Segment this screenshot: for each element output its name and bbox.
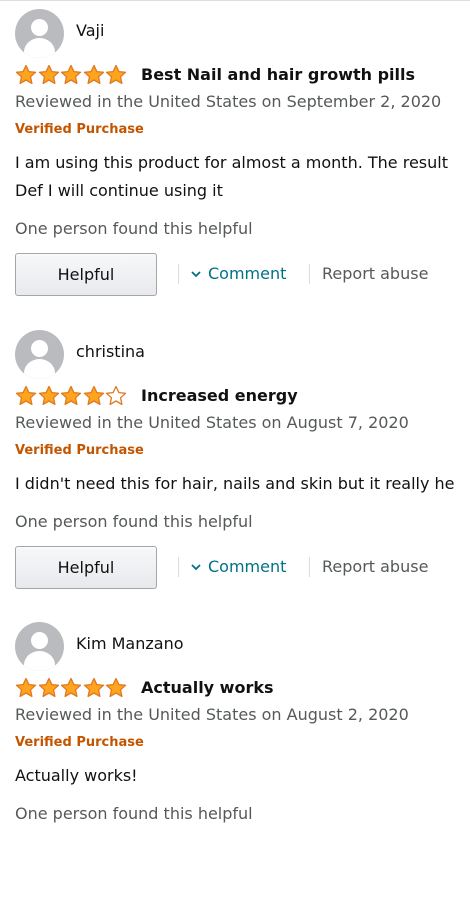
star-filled-icon bbox=[83, 385, 106, 407]
review-title[interactable]: Best Nail and hair growth pills bbox=[141, 64, 415, 86]
star-filled-icon bbox=[83, 677, 106, 699]
star-filled-icon bbox=[60, 677, 83, 699]
star-filled-icon bbox=[105, 677, 128, 699]
helpful-count-text: One person found this helpful bbox=[15, 219, 253, 238]
review-body-line: Actually works! bbox=[15, 766, 138, 785]
star-filled-icon bbox=[105, 64, 128, 86]
review-title[interactable]: Increased energy bbox=[141, 385, 298, 407]
star-empty-icon bbox=[105, 385, 128, 407]
comment-link[interactable]: Comment bbox=[190, 556, 286, 578]
helpful-button[interactable]: Helpful bbox=[15, 253, 157, 296]
comment-label[interactable]: Comment bbox=[208, 556, 286, 578]
reviewer-name[interactable]: Vaji bbox=[76, 20, 104, 42]
divider bbox=[178, 264, 179, 284]
reviewer-name[interactable]: Kim Manzano bbox=[76, 633, 184, 655]
star-filled-icon bbox=[15, 64, 38, 86]
review-date: Reviewed in the United States on August … bbox=[15, 705, 409, 724]
review-body: I didn't need this for hair, nails and s… bbox=[15, 470, 470, 498]
review-date: Reviewed in the United States on August … bbox=[15, 413, 409, 432]
review-body-line: I didn't need this for hair, nails and s… bbox=[15, 474, 455, 493]
star-rating[interactable] bbox=[15, 64, 128, 86]
star-filled-icon bbox=[38, 385, 61, 407]
divider bbox=[309, 264, 310, 284]
chevron-down-icon bbox=[191, 271, 201, 278]
review-body-line: I am using this product for almost a mon… bbox=[15, 153, 448, 172]
review-body-line: Def I will continue using it bbox=[15, 181, 223, 200]
divider bbox=[178, 557, 179, 577]
star-filled-icon bbox=[83, 64, 106, 86]
verified-purchase-badge[interactable]: Verified Purchase bbox=[15, 442, 144, 460]
star-rating[interactable] bbox=[15, 677, 128, 699]
verified-purchase-badge[interactable]: Verified Purchase bbox=[15, 121, 144, 139]
verified-purchase-badge[interactable]: Verified Purchase bbox=[15, 734, 144, 752]
review-date: Reviewed in the United States on Septemb… bbox=[15, 92, 442, 111]
comment-label[interactable]: Comment bbox=[208, 263, 286, 285]
review-card: christina Increased energy Reviewed in t… bbox=[0, 321, 470, 621]
report-abuse-link[interactable]: Report abuse bbox=[322, 556, 428, 578]
chevron-down-icon bbox=[191, 564, 201, 571]
review-body: Actually works! bbox=[15, 762, 470, 790]
divider bbox=[309, 557, 310, 577]
review-card: Vaji Best Nail and hair growth pills Rev… bbox=[0, 0, 470, 300]
star-filled-icon bbox=[38, 677, 61, 699]
comment-link[interactable]: Comment bbox=[190, 263, 286, 285]
avatar-icon[interactable] bbox=[15, 9, 64, 58]
avatar-icon[interactable] bbox=[15, 622, 64, 671]
report-abuse-link[interactable]: Report abuse bbox=[322, 263, 428, 285]
star-filled-icon bbox=[60, 385, 83, 407]
star-filled-icon bbox=[38, 64, 61, 86]
star-filled-icon bbox=[15, 385, 38, 407]
review-title[interactable]: Actually works bbox=[141, 677, 274, 699]
helpful-button[interactable]: Helpful bbox=[15, 546, 157, 589]
star-filled-icon bbox=[60, 64, 83, 86]
reviewer-name[interactable]: christina bbox=[76, 341, 145, 363]
star-filled-icon bbox=[15, 677, 38, 699]
avatar-icon[interactable] bbox=[15, 330, 64, 379]
star-rating[interactable] bbox=[15, 385, 128, 407]
helpful-count-text: One person found this helpful bbox=[15, 512, 253, 531]
review-card: Kim Manzano Actually works Reviewed in t… bbox=[0, 613, 470, 913]
review-body: I am using this product for almost a mon… bbox=[15, 149, 470, 205]
